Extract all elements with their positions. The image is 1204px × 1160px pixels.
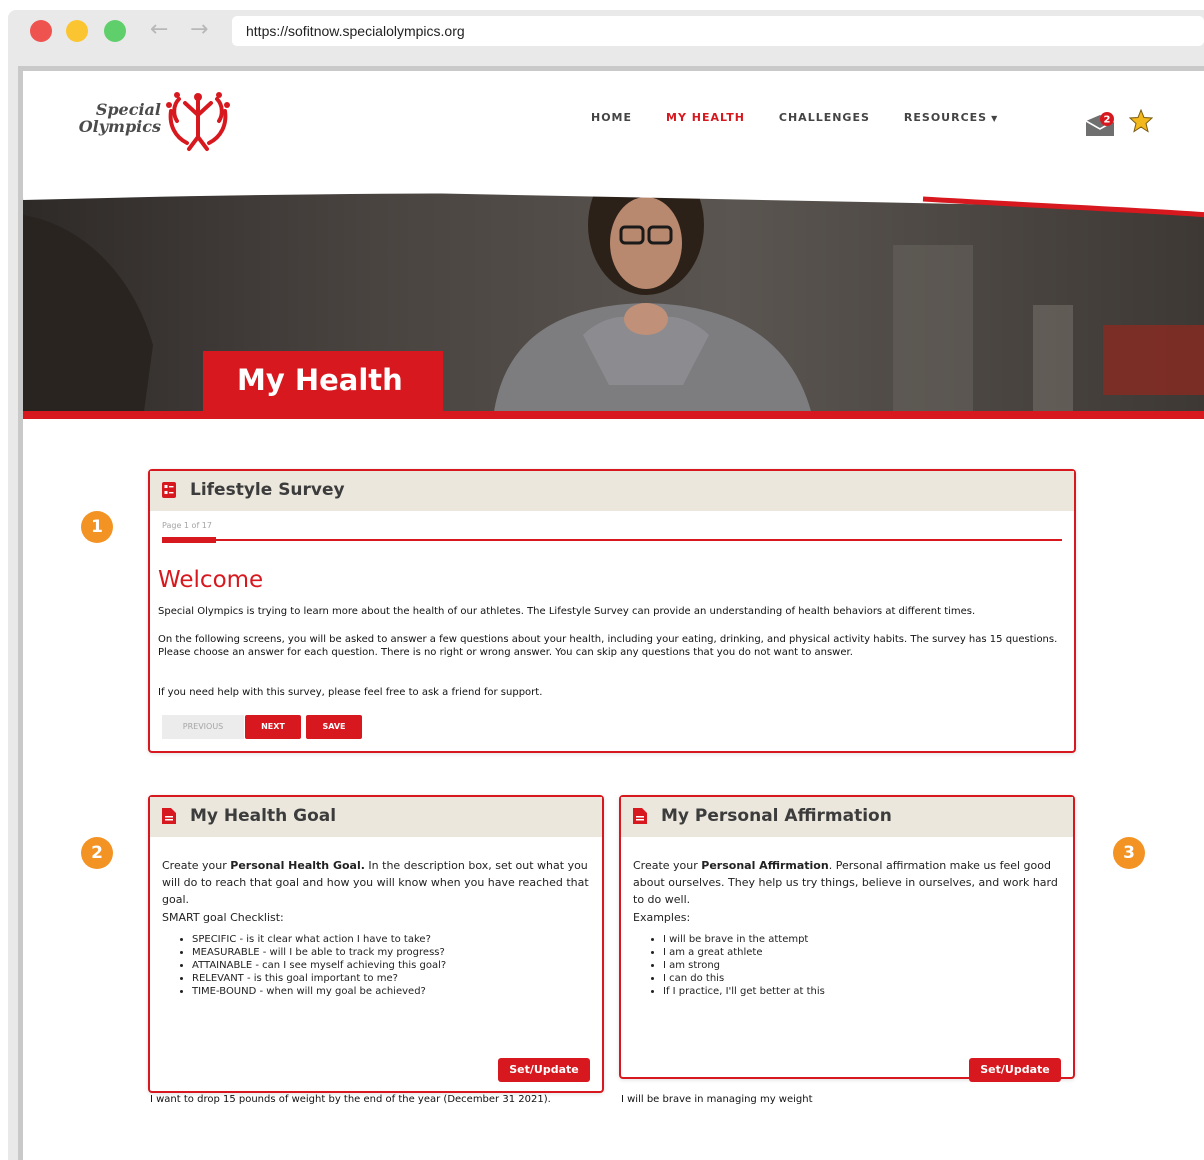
- set-update-affirmation-button[interactable]: Set/Update: [969, 1058, 1061, 1082]
- logo-line-1: Special: [95, 100, 161, 119]
- health-goal-card: My Health Goal Create your Personal Heal…: [148, 795, 604, 1105]
- saved-goal-text: I want to drop 15 pounds of weight by th…: [150, 1094, 551, 1105]
- save-button[interactable]: SAVE: [306, 715, 362, 739]
- list-item: SPECIFIC - is it clear what action I hav…: [192, 933, 592, 946]
- card-title: My Personal Affirmation: [661, 806, 892, 826]
- document-icon: [633, 808, 647, 824]
- lifestyle-survey-card: Lifestyle Survey Page 1 of 17 Welcome Sp…: [148, 469, 1076, 753]
- list-item: TIME-BOUND - when will my goal be achiev…: [192, 985, 592, 998]
- star-icon[interactable]: [1129, 109, 1153, 133]
- goal-intro-pre: Create your: [162, 859, 231, 872]
- list-item: I will be brave in the attempt: [663, 933, 1063, 946]
- card-title: My Health Goal: [190, 806, 337, 826]
- page-indicator: Page 1 of 17: [162, 521, 212, 530]
- goal-description: Create your Personal Health Goal. In the…: [162, 857, 590, 908]
- hero-banner: My Health: [23, 185, 1204, 419]
- hero-photo: [23, 185, 1204, 419]
- nav-home[interactable]: HOME: [591, 111, 632, 124]
- notification-count-badge: 2: [1104, 115, 1111, 126]
- affirmation-intro-bold: Personal Affirmation: [701, 859, 829, 872]
- survey-intro-paragraph: Special Olympics is trying to learn more…: [158, 606, 976, 617]
- forward-arrow-icon[interactable]: →: [190, 17, 208, 42]
- special-olympics-logo[interactable]: Special Olympics: [43, 89, 233, 157]
- step-marker-1: 1: [81, 511, 113, 543]
- smart-checklist-heading: SMART goal Checklist:: [162, 911, 284, 924]
- maximize-window-button[interactable]: [104, 20, 126, 42]
- set-update-goal-button[interactable]: Set/Update: [498, 1058, 590, 1082]
- page-viewport: Special Olympics HOME MY HEALTH CHALLENG…: [18, 66, 1204, 1160]
- page-title-banner: My Health: [203, 351, 443, 415]
- minimize-window-button[interactable]: [66, 20, 88, 42]
- list-item: RELEVANT - is this goal important to me?: [192, 972, 592, 985]
- nav-my-health[interactable]: MY HEALTH: [666, 111, 745, 124]
- survey-help-paragraph: If you need help with this survey, pleas…: [158, 687, 543, 698]
- step-marker-3: 3: [1113, 837, 1145, 869]
- card-header: My Personal Affirmation: [621, 797, 1073, 837]
- nav-challenges[interactable]: CHALLENGES: [779, 111, 870, 124]
- survey-instructions-paragraph: On the following screens, you will be as…: [158, 634, 1058, 658]
- document-icon: [162, 808, 176, 824]
- survey-progress-bar: [162, 537, 1062, 543]
- back-arrow-icon[interactable]: ←: [150, 17, 168, 42]
- affirmation-intro-pre: Create your: [633, 859, 702, 872]
- list-item: I can do this: [663, 972, 1063, 985]
- mail-icon[interactable]: 2: [1085, 111, 1115, 137]
- list-item: If I practice, I'll get better at this: [663, 985, 1063, 998]
- step-marker-2: 2: [81, 837, 113, 869]
- goal-intro-bold: Personal Health Goal.: [230, 859, 365, 872]
- card-header: My Health Goal: [150, 797, 602, 837]
- main-nav: HOME MY HEALTH CHALLENGES RESOURCES ▼: [591, 111, 998, 124]
- list-item: ATTAINABLE - can I see myself achieving …: [192, 959, 592, 972]
- personal-affirmation-card: My Personal Affirmation Create your Pers…: [619, 795, 1075, 1105]
- nav-resources-label: RESOURCES: [903, 111, 988, 124]
- examples-heading: Examples:: [633, 911, 691, 924]
- survey-progress-fill: [162, 537, 216, 543]
- page-title: My Health: [237, 363, 403, 397]
- previous-button[interactable]: PREVIOUS: [162, 715, 244, 739]
- list-item: MEASURABLE - will I be able to track my …: [192, 946, 592, 959]
- next-button[interactable]: NEXT: [245, 715, 301, 739]
- card-header: Lifestyle Survey: [150, 471, 1074, 511]
- survey-icon: [162, 482, 176, 498]
- chevron-down-icon: ▼: [991, 114, 999, 123]
- logo-wordmark: Special Olympics: [43, 101, 161, 135]
- close-window-button[interactable]: [30, 20, 52, 42]
- list-item: I am a great athlete: [663, 946, 1063, 959]
- logo-line-2: Olympics: [78, 117, 161, 136]
- nav-resources[interactable]: RESOURCES ▼: [904, 111, 998, 124]
- affirmation-examples-list: I will be brave in the attempt I am a gr…: [649, 933, 1063, 998]
- welcome-heading: Welcome: [158, 567, 264, 593]
- logo-figures-icon: [166, 92, 230, 151]
- affirmation-description: Create your Personal Affirmation. Person…: [633, 857, 1061, 908]
- address-bar[interactable]: https://sofitnow.specialolympics.org: [232, 16, 1204, 46]
- card-title: Lifestyle Survey: [190, 480, 345, 500]
- list-item: I am strong: [663, 959, 1063, 972]
- saved-affirmation-text: I will be brave in managing my weight: [621, 1094, 813, 1105]
- smart-checklist: SPECIFIC - is it clear what action I hav…: [178, 933, 592, 998]
